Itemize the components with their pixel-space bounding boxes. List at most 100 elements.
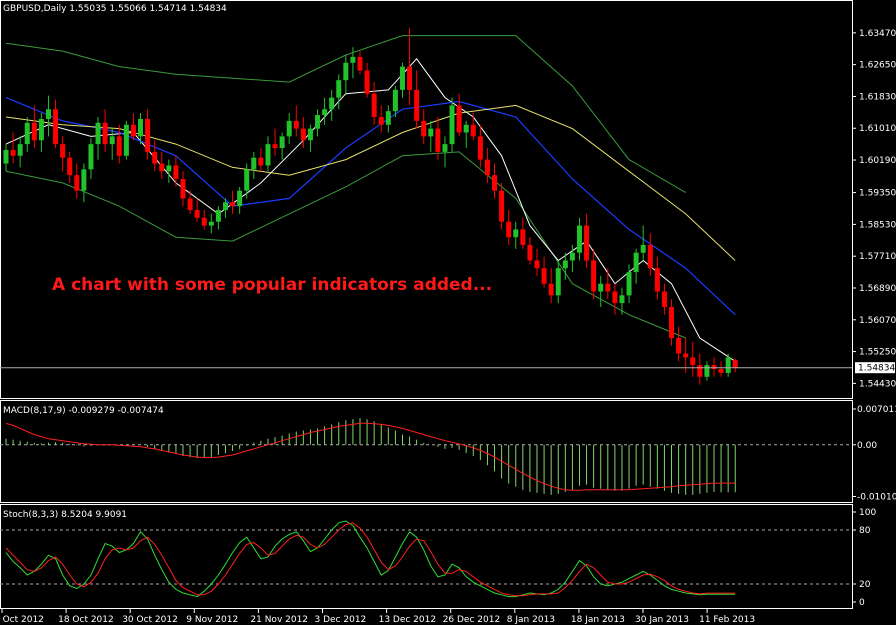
time-tick-label: 13 Dec 2012 [379, 615, 437, 625]
candle-body [371, 93, 377, 117]
candle-body [661, 291, 667, 307]
candle-body [130, 124, 136, 137]
stoch-header: Stoch(8,3,3) 8.5204 9.9091 [3, 510, 127, 520]
macd-tick-label: -0.010108 [857, 492, 896, 502]
candle-body [619, 295, 625, 304]
price-tick-label: 1.60190 [859, 156, 896, 166]
candle-body [307, 128, 313, 141]
candle-body [605, 283, 611, 292]
candle-body [95, 122, 101, 145]
chart-annotation: A chart with some popular indicators add… [52, 275, 492, 295]
stoch-tick-label: 0 [859, 598, 865, 608]
candle-body [732, 360, 738, 368]
candle-body [690, 357, 696, 366]
candle-body [322, 109, 328, 116]
macd-signal-line [5, 422, 736, 491]
ma-fast-line [5, 58, 736, 362]
price-tick-label: 1.59350 [859, 189, 896, 199]
candle-body [38, 118, 44, 141]
price-tick-label: 1.61010 [859, 124, 896, 134]
candle-body [343, 62, 349, 81]
price-tick-label: 1.62650 [859, 61, 896, 71]
candle-body [676, 338, 682, 354]
candle-body [357, 56, 363, 71]
candle-body [194, 210, 200, 218]
bollinger-lower-line [5, 151, 686, 339]
current-price-label: 1.54834 [855, 362, 895, 374]
stoch-tick-label: 100 [859, 508, 876, 518]
time-tick-label: 21 Nov 2012 [250, 615, 308, 625]
candle-body [534, 260, 540, 269]
candle-body [598, 283, 604, 292]
price-axis: 1.63470 1.62650 1.61830 1.61010 1.60190 1.593… [852, 29, 896, 389]
candle-body [244, 169, 250, 191]
candle-body [584, 225, 590, 261]
candle-body [258, 157, 264, 166]
candlesticks [3, 27, 738, 385]
candle-body [10, 149, 16, 156]
candle-body [17, 144, 23, 156]
candle-body [364, 70, 370, 94]
candle-body [499, 190, 505, 222]
candle-body [435, 128, 441, 152]
time-tick-label: 3 Dec 2012 [315, 615, 367, 625]
stoch-tick-label: 80 [859, 526, 871, 536]
macd-tick-label: 0.00 [857, 441, 877, 451]
candle-body [123, 124, 129, 156]
candle-body [562, 260, 568, 269]
candle-body [81, 169, 87, 191]
candle-body [222, 202, 228, 211]
candle-body [329, 97, 335, 110]
candle-body [683, 353, 689, 358]
candle-body [300, 128, 306, 141]
candle-body [152, 151, 158, 164]
candle-body [477, 136, 483, 160]
time-tick-label: 18 Oct 2012 [58, 615, 114, 625]
chart-canvas: GBPUSD,Daily 1.55035 1.55066 1.54714 1.5… [0, 0, 896, 625]
time-tick-label: 30 Jan 2013 [635, 615, 689, 625]
candle-body [541, 268, 547, 284]
time-tick-label: 9 Nov 2012 [186, 615, 238, 625]
macd-header: MACD(8,17,9) -0.009279 -0.007474 [3, 406, 164, 416]
macd-histogram [0, 418, 852, 495]
candle-body [145, 118, 151, 152]
candle-body [109, 136, 115, 145]
candle-body [237, 190, 243, 207]
time-tick-label: 18 Jan 2013 [571, 615, 625, 625]
price-tick-label: 1.61830 [859, 92, 896, 102]
stochastic-lines [0, 520, 852, 598]
time-tick-label: 30 Oct 2012 [122, 615, 178, 625]
ma-slow-line [5, 104, 736, 261]
candle-body [279, 136, 285, 149]
candle-body [102, 122, 108, 145]
candle-body [484, 159, 490, 176]
candle-body [442, 144, 448, 152]
candle-body [215, 210, 221, 222]
candle-body [555, 268, 561, 296]
stoch-tick-label: 20 [859, 580, 871, 590]
price-tick-label: 1.57710 [859, 252, 896, 262]
candle-body [60, 144, 66, 158]
candle-body [201, 217, 207, 226]
candle-body [265, 144, 271, 166]
candle-body [315, 115, 321, 129]
stoch-signal-line [5, 522, 736, 597]
candle-body [414, 89, 420, 121]
candle-body [647, 244, 653, 269]
candle-body [640, 244, 646, 253]
candle-body [725, 357, 731, 373]
stoch-main-line [5, 520, 736, 598]
candle-body [3, 149, 9, 164]
candle-body [166, 165, 172, 172]
candle-body [173, 165, 179, 180]
candle-body [492, 175, 498, 191]
candle-body [456, 105, 462, 133]
candle-body [513, 229, 519, 238]
candle-body [612, 291, 618, 304]
price-tick-label: 1.58530 [859, 220, 896, 230]
candle-body [548, 283, 554, 296]
time-tick-label: 26 Dec 2012 [443, 615, 501, 625]
macd-axis: 0.007011 0.00 -0.010108 [852, 405, 896, 502]
candle-body [67, 157, 73, 176]
price-tick-label: 1.56070 [859, 316, 896, 326]
